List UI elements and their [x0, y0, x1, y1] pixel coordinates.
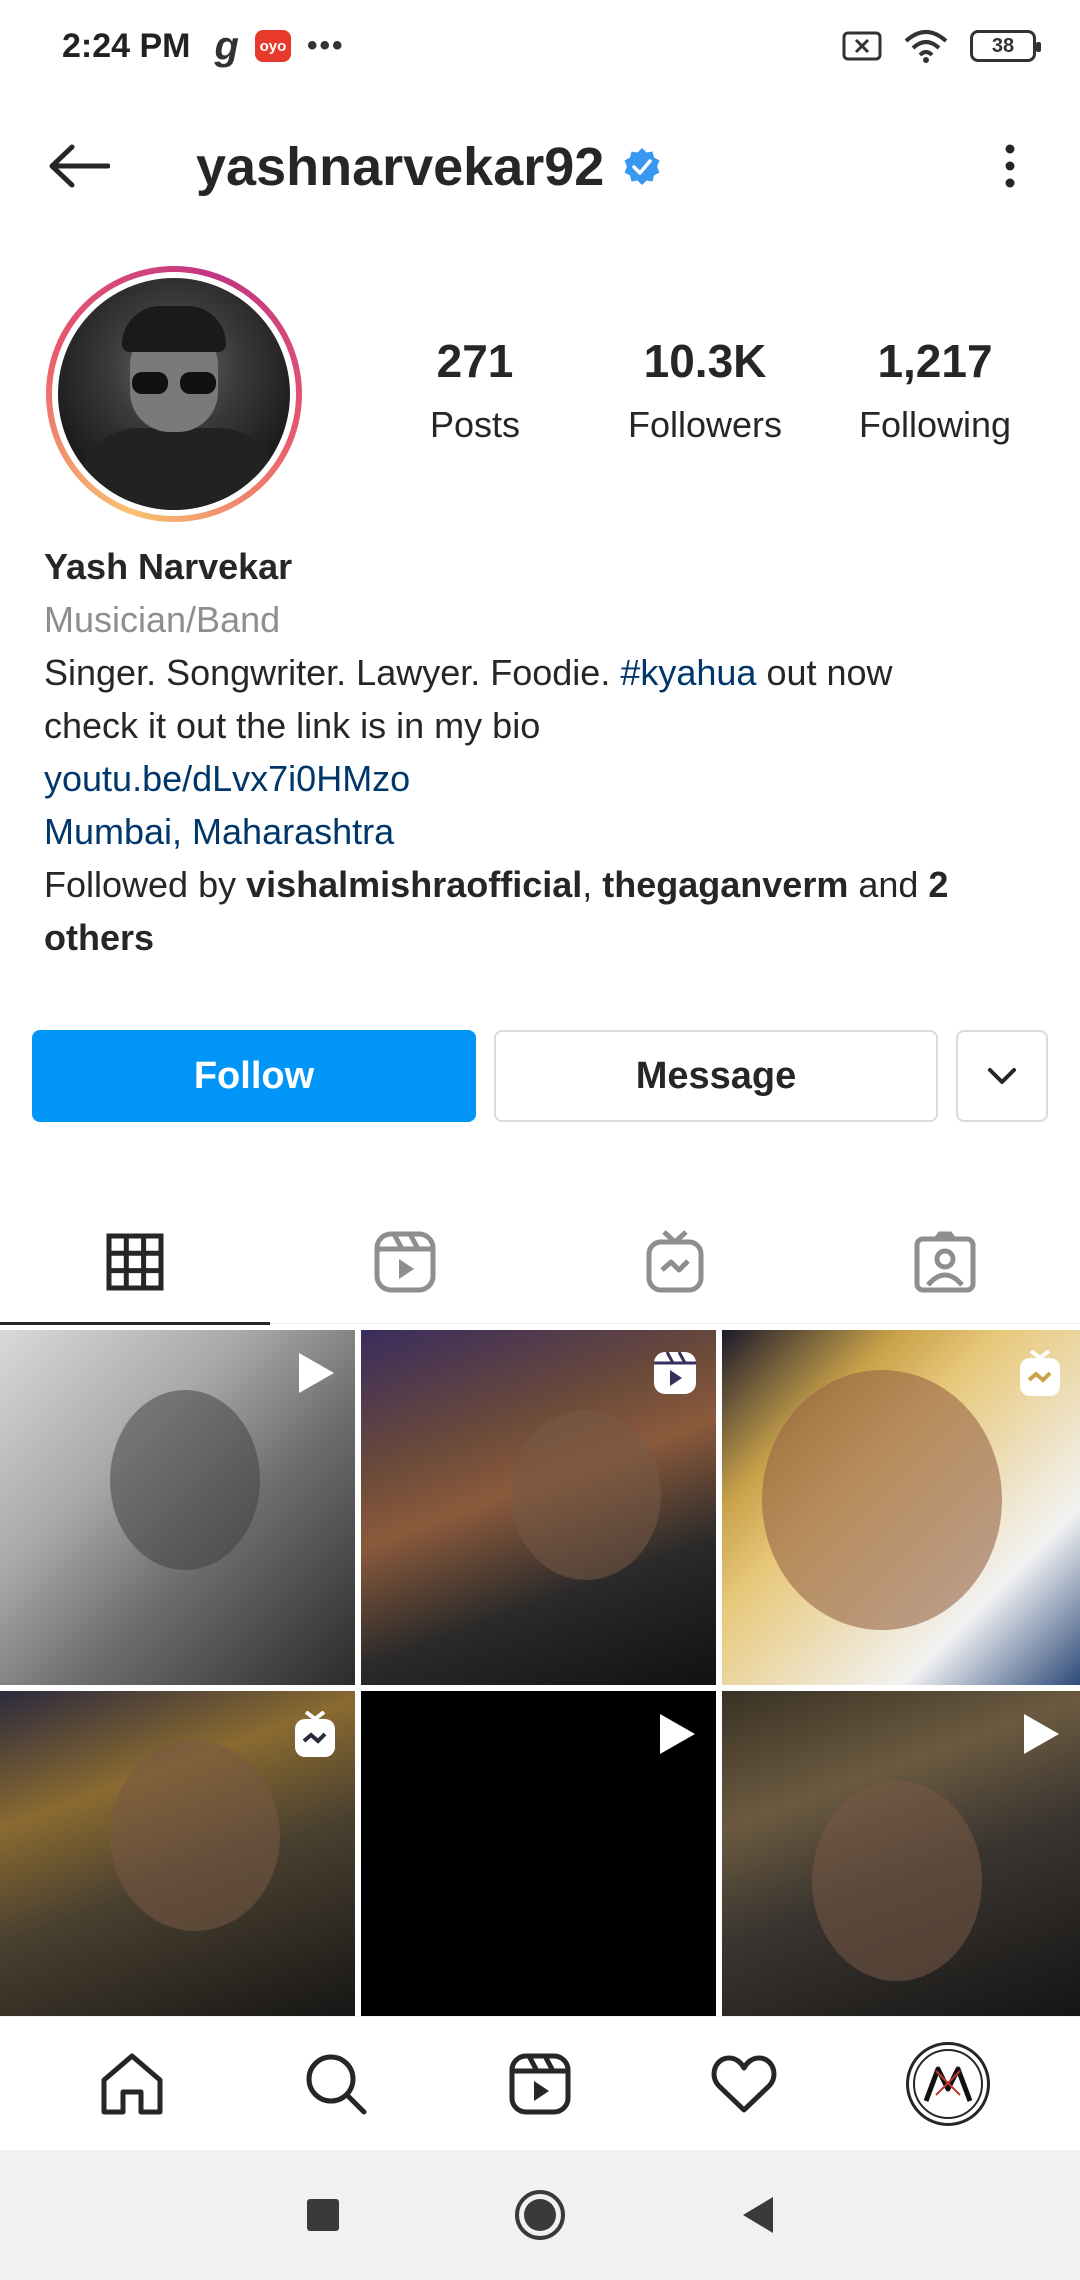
back-button[interactable]	[40, 138, 116, 194]
wifi-icon	[904, 30, 948, 63]
post-thumbnail[interactable]	[0, 1330, 355, 1685]
search-icon	[306, 2054, 367, 2114]
tagged-icon	[914, 1231, 976, 1293]
followed-by-user1: vishalmishraofficial	[246, 864, 583, 905]
followed-by-user2: thegaganverm	[602, 864, 849, 905]
profile-category: Musician/Band	[44, 599, 281, 640]
tab-igtv[interactable]	[540, 1200, 810, 1324]
profile-avatar-story-ring[interactable]	[46, 266, 302, 522]
followers-label: Followers	[627, 404, 783, 445]
posts-count: 271	[436, 335, 514, 387]
post-thumbnail[interactable]	[361, 1330, 716, 1685]
recents-button-icon[interactable]	[303, 2195, 343, 2235]
avatar	[58, 278, 290, 510]
igtv-badge-icon	[295, 1711, 335, 1757]
tab-grid[interactable]	[0, 1200, 270, 1325]
tab-tagged[interactable]	[810, 1200, 1080, 1324]
followers-count: 10.3K	[643, 335, 767, 387]
profile-username: yashnarvekar92	[196, 136, 662, 198]
profile-tabs	[0, 1200, 1080, 1325]
followed-by-and: and	[848, 864, 929, 905]
posts-label: Posts	[429, 404, 521, 445]
reels-badge-icon	[654, 1351, 696, 1394]
heart-icon	[711, 2055, 777, 2112]
posts-grid	[0, 1330, 1080, 2016]
g-app-icon: g	[214, 23, 239, 68]
back-arrow-icon	[49, 144, 110, 188]
nav-profile[interactable]	[888, 2024, 1008, 2144]
home-icon	[101, 2053, 163, 2114]
grid-icon	[106, 1233, 164, 1291]
profile-bio: Yash Narvekar Musician/Band Singer. Song…	[44, 540, 1044, 964]
followed-by-text[interactable]: Followed by vishalmishraofficial, thegag…	[44, 858, 1044, 964]
reels-icon	[374, 1231, 436, 1293]
igtv-icon	[646, 1230, 704, 1293]
video-icon	[660, 1714, 695, 1754]
verified-badge-icon	[624, 148, 660, 185]
nav-reels[interactable]	[480, 2024, 600, 2144]
nav-home[interactable]	[72, 2024, 192, 2144]
system-icons: 38	[842, 29, 1041, 63]
profile-header: yashnarvekar92	[0, 110, 1080, 220]
options-menu-button[interactable]	[990, 138, 1030, 194]
home-button-icon[interactable]	[513, 2188, 567, 2242]
profile-logo-icon	[923, 2066, 973, 2102]
bio-text: Singer. Songwriter. Lawyer. Foodie. #kya…	[44, 646, 1044, 699]
bottom-navigation	[0, 2016, 1080, 2150]
oyo-icon: oyo	[254, 30, 291, 62]
video-icon	[1024, 1714, 1059, 1754]
bio-line1-pre: Singer. Songwriter. Lawyer. Foodie.	[44, 652, 621, 693]
post-thumbnail[interactable]	[361, 1691, 716, 2016]
bio-hashtag-link[interactable]: #kyahua	[620, 652, 756, 693]
post-thumbnail[interactable]	[0, 1691, 355, 2016]
igtv-badge-icon	[1020, 1350, 1060, 1396]
followed-by-sep: ,	[582, 864, 603, 905]
stat-followers[interactable]: 10.3K Followers	[590, 338, 820, 446]
reels-icon	[509, 2053, 571, 2114]
profile-actions: Follow Message	[32, 1030, 1048, 1122]
profile-stats: 271 Posts 10.3K Followers 1,217 Followin…	[360, 338, 1050, 446]
nav-search[interactable]	[276, 2024, 396, 2144]
status-time: 2:24 PM	[62, 26, 191, 65]
post-thumbnail[interactable]	[722, 1330, 1080, 1685]
post-thumbnail[interactable]	[722, 1691, 1080, 2016]
bio-line2: check it out the link is in my bio	[44, 705, 541, 746]
message-button[interactable]: Message	[494, 1030, 938, 1122]
username-text: yashnarvekar92	[196, 137, 605, 197]
battery-level: 38	[991, 34, 1015, 57]
more-vertical-icon	[1005, 144, 1015, 188]
stat-following[interactable]: 1,217 Following	[820, 338, 1050, 446]
suggested-accounts-button[interactable]	[956, 1030, 1048, 1122]
notification-icons: g oyo •••	[215, 24, 345, 69]
bio-line1-post: out now	[756, 652, 893, 693]
profile-website-link[interactable]: youtu.be/dLvx7i0HMzo	[44, 752, 1044, 805]
following-count: 1,217	[877, 335, 993, 387]
follow-button[interactable]: Follow	[32, 1030, 476, 1122]
system-navigation-bar	[0, 2150, 1080, 2280]
profile-avatar-icon	[906, 2041, 990, 2126]
back-button-icon[interactable]	[737, 2194, 777, 2236]
chevron-down-icon	[988, 1068, 1016, 1084]
battery-icon: 38	[970, 30, 1041, 62]
profile-name: Yash Narvekar	[44, 546, 293, 587]
video-icon	[299, 1353, 334, 1393]
sim-icon	[842, 31, 882, 61]
nav-activity[interactable]	[684, 2024, 804, 2144]
tab-reels[interactable]	[270, 1200, 540, 1324]
followed-by-prefix: Followed by	[44, 864, 247, 905]
following-label: Following	[858, 404, 1012, 445]
profile-location-link[interactable]: Mumbai, Maharashtra	[44, 805, 1044, 858]
more-notifications-icon: •••	[306, 29, 345, 62]
stat-posts[interactable]: 271 Posts	[360, 338, 590, 446]
status-bar: 2:24 PM g oyo ••• 38	[0, 0, 1080, 92]
